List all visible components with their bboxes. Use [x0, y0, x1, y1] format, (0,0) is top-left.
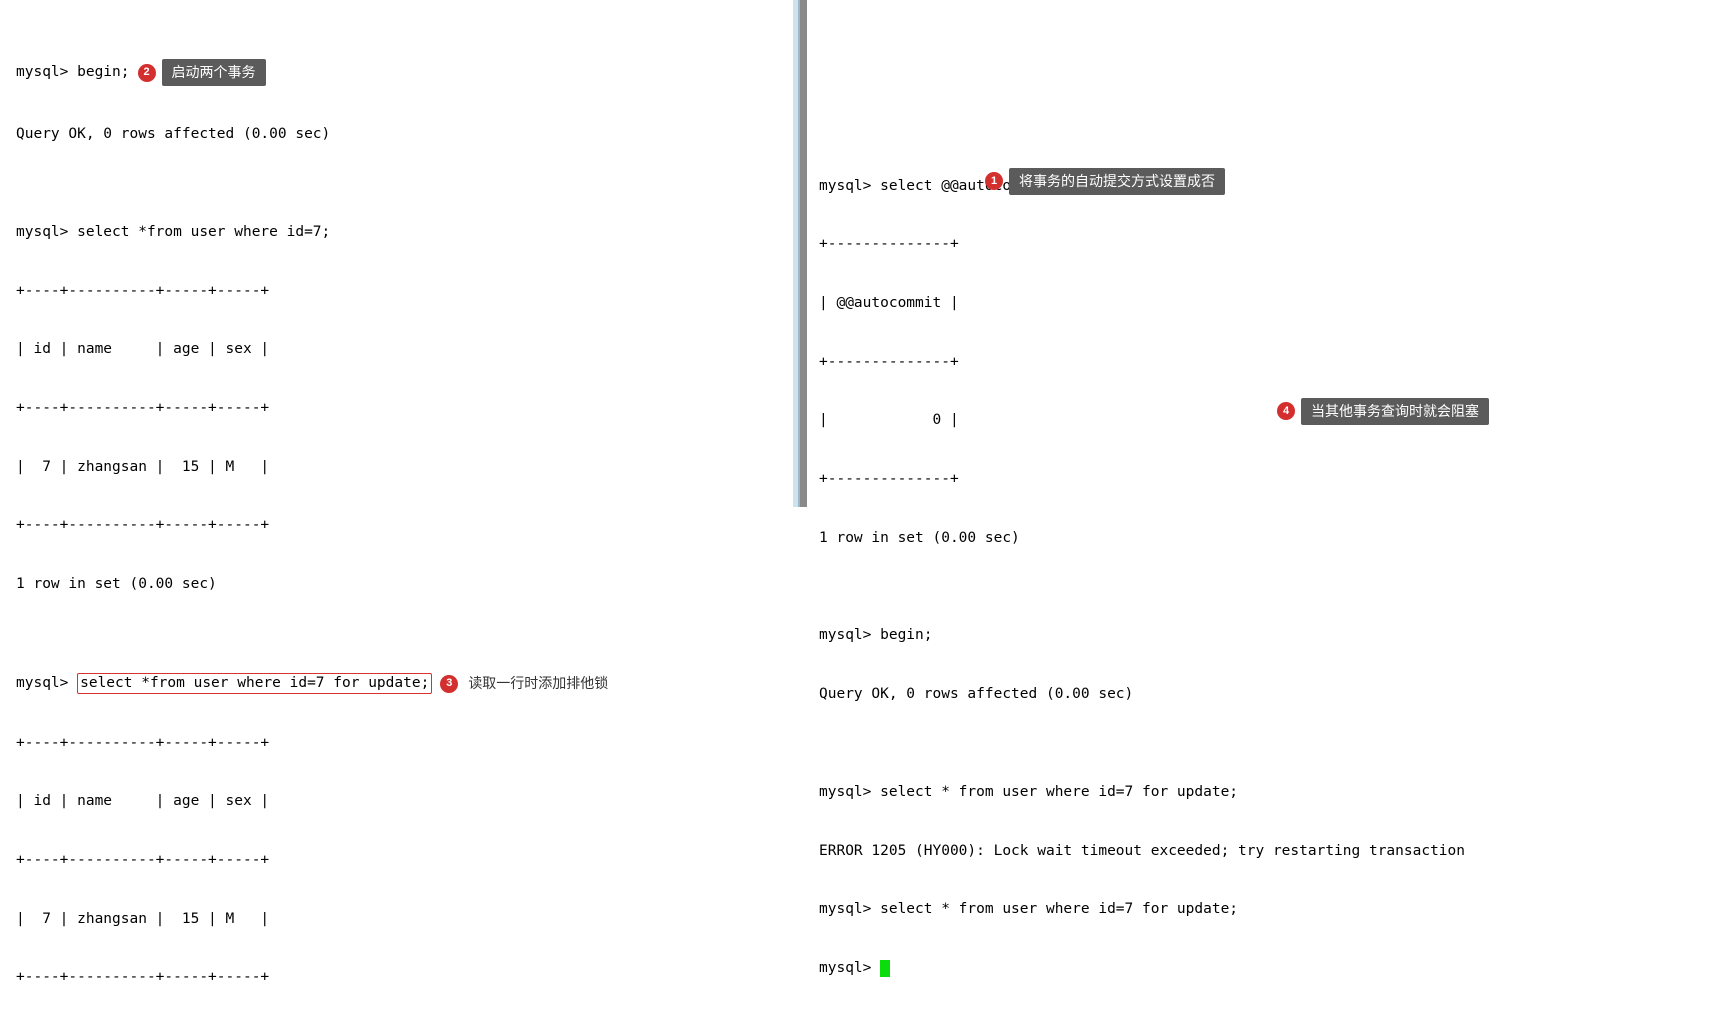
table-border: +--------------+ — [819, 235, 1719, 255]
table-header: | id | name | age | sex | — [16, 340, 777, 360]
badge-3: 3 — [440, 675, 458, 693]
line-begin: mysql> begin; 2 启动两个事务 — [16, 59, 777, 86]
cursor-icon — [880, 960, 890, 977]
query-ok-1: Query OK, 0 rows affected (0.00 sec) — [16, 125, 777, 145]
badge-1: 1 — [985, 172, 1003, 190]
callout-4: 当其他事务查询时就会阻塞 — [1301, 398, 1489, 425]
rows-in-set: 1 row in set (0.00 sec) — [819, 529, 1719, 549]
annotation-4: 4 当其他事务查询时就会阻塞 — [1269, 398, 1489, 425]
error-line: ERROR 1205 (HY000): Lock wait timeout ex… — [819, 842, 1719, 862]
table-border: +----+----------+-----+-----+ — [16, 516, 777, 536]
callout-1: 将事务的自动提交方式设置成否 — [1009, 168, 1225, 195]
cmd-begin: mysql> begin; — [16, 63, 130, 83]
cmd-select-for-update-2: mysql> select * from user where id=7 for… — [819, 900, 1719, 920]
table-header: | @@autocommit | — [819, 294, 1719, 314]
prompt-line-r[interactable]: mysql> — [819, 959, 1719, 979]
badge-4: 4 — [1277, 402, 1295, 420]
callout-2: 启动两个事务 — [162, 59, 266, 86]
table-border: +--------------+ — [819, 470, 1719, 490]
highlighted-query: select *from user where id=7 for update; — [77, 673, 432, 695]
table-border: +----+----------+-----+-----+ — [16, 734, 777, 754]
cmd-select-for-update-1: mysql> select * from user where id=7 for… — [819, 783, 1719, 803]
line-select-for-update: mysql> select *from user where id=7 for … — [16, 673, 777, 695]
rows-in-set-1: 1 row in set (0.00 sec) — [16, 575, 777, 595]
cmd-begin: mysql> begin; — [819, 626, 1719, 646]
pane-divider[interactable] — [793, 0, 807, 507]
table-border: +----+----------+-----+-----+ — [16, 851, 777, 871]
query-ok: Query OK, 0 rows affected (0.00 sec) — [819, 685, 1719, 705]
right-terminal-pane: mysql> select @@autocommit; +-----------… — [807, 0, 1735, 507]
divider-handle[interactable] — [800, 0, 807, 507]
prompt: mysql> — [16, 674, 77, 694]
left-terminal-pane: mysql> begin; 2 启动两个事务 Query OK, 0 rows … — [0, 0, 793, 507]
annot-3-text: 读取一行时添加排他锁 — [468, 674, 608, 693]
table-border: +----+----------+-----+-----+ — [16, 399, 777, 419]
table-border: +----+----------+-----+-----+ — [16, 968, 777, 988]
badge-2: 2 — [138, 64, 156, 82]
prompt: mysql> — [819, 959, 880, 979]
table-border: +----+----------+-----+-----+ — [16, 282, 777, 302]
cmd-autocommit: mysql> select @@autocommit; — [819, 177, 1719, 197]
annotation-1: 1 将事务的自动提交方式设置成否 — [977, 168, 1225, 195]
table-header: | id | name | age | sex | — [16, 792, 777, 812]
cmd-select-1: mysql> select *from user where id=7; — [16, 223, 777, 243]
table-row: | 7 | zhangsan | 15 | M | — [16, 910, 777, 930]
table-border: +--------------+ — [819, 353, 1719, 373]
table-row: | 7 | zhangsan | 15 | M | — [16, 458, 777, 478]
